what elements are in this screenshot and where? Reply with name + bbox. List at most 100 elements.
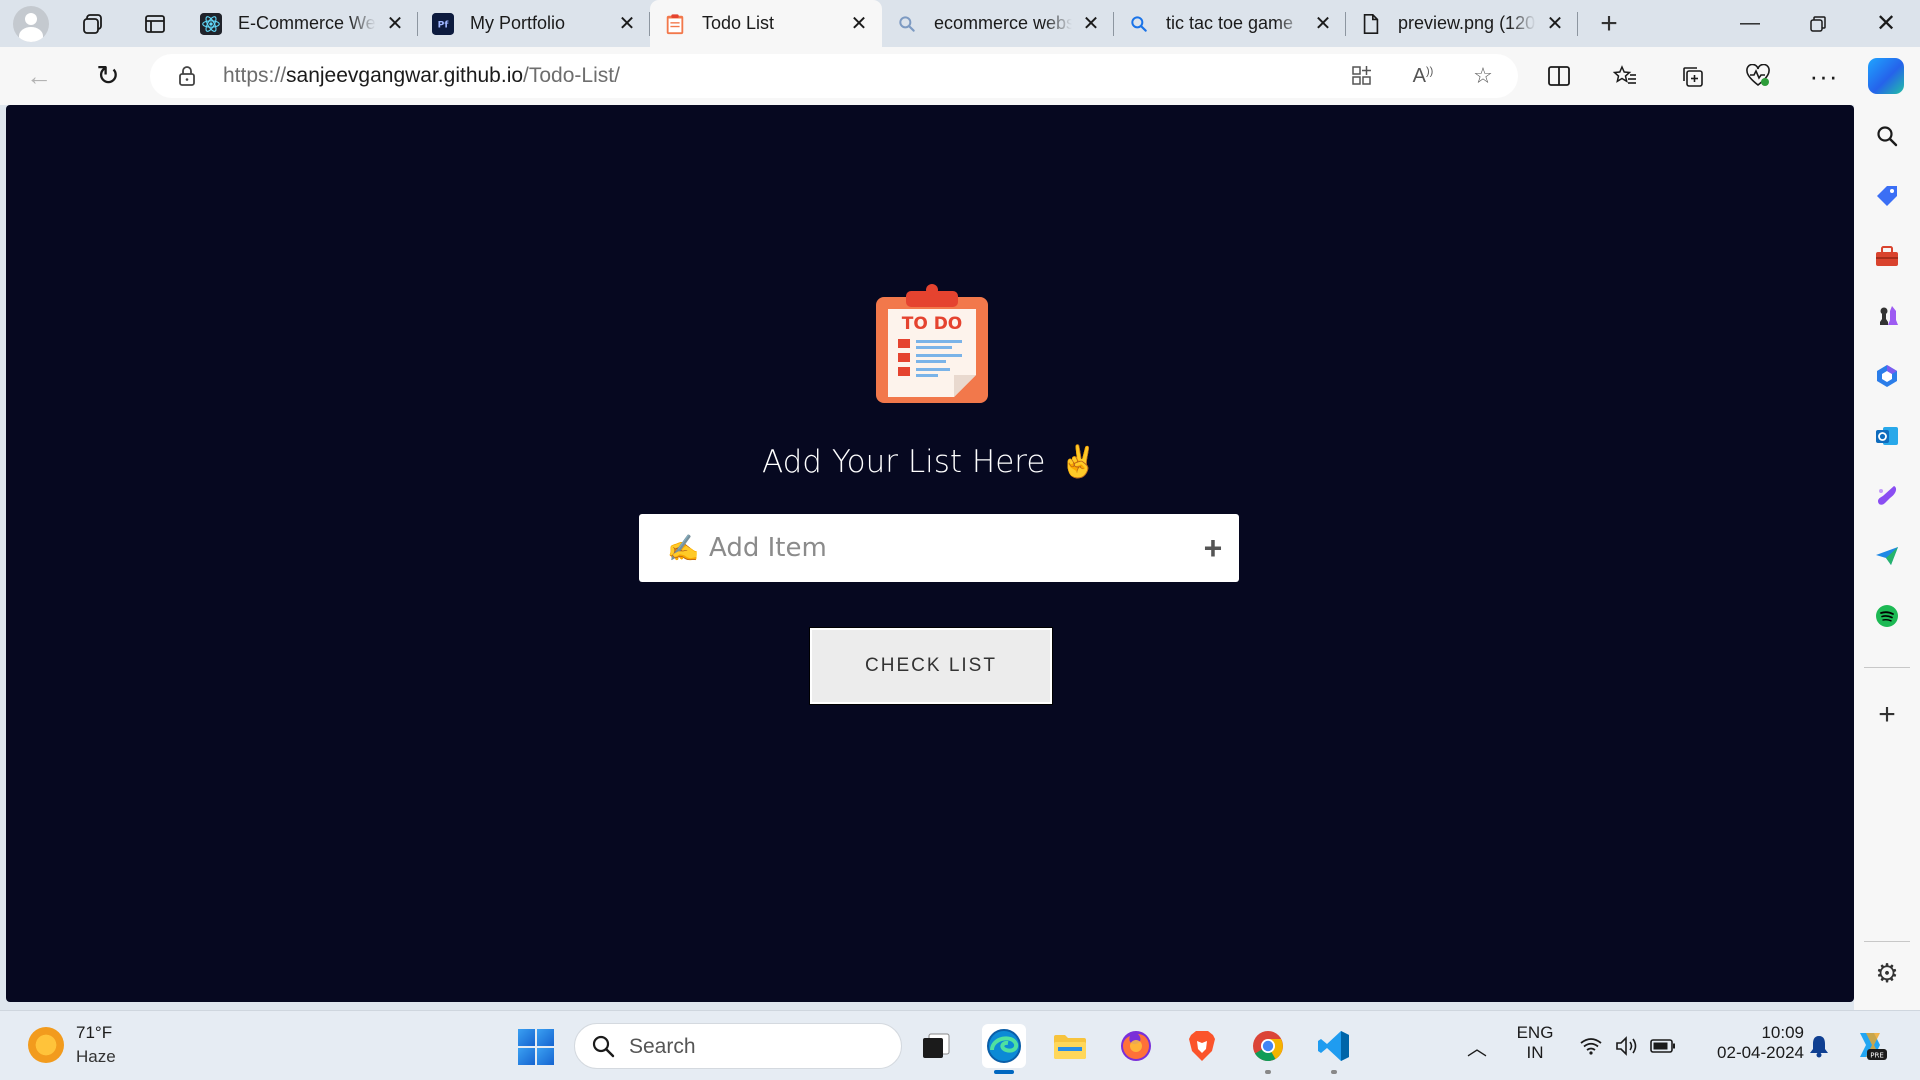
clock-time: 10:09 xyxy=(1761,1023,1804,1042)
sidebar-settings-button[interactable]: ⚙ xyxy=(1872,958,1902,988)
copilot-preview-button[interactable]: PRE xyxy=(1852,1027,1888,1063)
victory-hand-emoji: ✌️ xyxy=(1059,444,1099,480)
lock-icon[interactable] xyxy=(176,65,198,87)
clipboard-icon xyxy=(664,13,686,35)
favorites-button[interactable] xyxy=(1608,59,1642,93)
sidebar-shopping-button[interactable] xyxy=(1872,181,1902,211)
apps-grid-icon xyxy=(1352,66,1371,85)
volume-button[interactable] xyxy=(1614,1033,1640,1059)
folder-icon xyxy=(1054,1035,1086,1059)
region-code: IN xyxy=(1526,1043,1544,1062)
taskbar-vscode[interactable] xyxy=(1312,1024,1356,1074)
read-aloud-button[interactable]: A)) xyxy=(1409,62,1437,90)
taskbar-chrome[interactable] xyxy=(1246,1024,1290,1074)
close-tab-icon[interactable]: ✕ xyxy=(384,13,406,35)
close-tab-icon[interactable]: ✕ xyxy=(616,13,638,35)
collections-button[interactable] xyxy=(1675,59,1709,93)
tab-title: My Portfolio xyxy=(470,13,566,33)
react-icon xyxy=(200,12,222,35)
gear-icon: ⚙ xyxy=(1875,958,1899,988)
taskbar-firefox[interactable] xyxy=(1114,1024,1158,1068)
settings-more-button[interactable]: ··· xyxy=(1807,59,1841,93)
windows-taskbar: 71°F Haze Search ︿ ENG IN 10:09 02-04-20… xyxy=(0,1010,1920,1080)
portfolio-icon: Pf xyxy=(432,12,454,35)
running-indicator xyxy=(1265,1070,1271,1074)
notifications-button[interactable] xyxy=(1806,1033,1832,1059)
heart-pulse-icon xyxy=(1746,64,1770,87)
start-button[interactable] xyxy=(518,1029,554,1065)
tab-todo-list[interactable]: Todo List ✕ xyxy=(650,0,882,47)
url-text[interactable]: https://sanjeevgangwar.github.io/Todo-Li… xyxy=(223,64,620,88)
close-window-button[interactable]: ✕ xyxy=(1852,0,1920,47)
taskbar-task-view[interactable] xyxy=(914,1024,958,1068)
split-screen-button[interactable] xyxy=(1542,59,1576,93)
sidebar-send-button[interactable] xyxy=(1872,541,1902,571)
app-available-button[interactable] xyxy=(1348,62,1376,90)
add-item-input[interactable] xyxy=(667,522,1187,574)
weather-condition[interactable]: Haze xyxy=(76,1047,116,1067)
task-view-icon xyxy=(923,1033,950,1058)
taskbar-brave[interactable] xyxy=(1180,1024,1224,1068)
copilot-icon: PRE xyxy=(1860,1033,1887,1060)
collections-icon xyxy=(1683,67,1703,87)
weather-haze-icon[interactable] xyxy=(28,1027,64,1063)
profile-button[interactable] xyxy=(0,0,62,47)
vertical-tabs-button[interactable] xyxy=(124,0,186,47)
heading-text: Add Your List Here xyxy=(761,444,1046,480)
sidebar-outlook-button[interactable] xyxy=(1872,421,1902,451)
copilot-icon[interactable] xyxy=(1868,58,1904,94)
taskbar-search[interactable]: Search xyxy=(574,1023,902,1069)
language-indicator[interactable]: ENG IN xyxy=(1514,1023,1556,1063)
weather-temperature[interactable]: 71°F xyxy=(76,1023,112,1043)
close-tab-icon[interactable]: ✕ xyxy=(848,13,870,35)
plus-icon: + xyxy=(1203,530,1223,566)
close-tab-icon[interactable]: ✕ xyxy=(1080,13,1102,35)
back-button[interactable]: ← xyxy=(22,59,56,93)
spotify-icon xyxy=(1876,605,1898,627)
close-tab-icon[interactable]: ✕ xyxy=(1312,13,1334,35)
sidebar-games-button[interactable] xyxy=(1872,301,1902,331)
sidebar-microsoft365-button[interactable] xyxy=(1872,361,1902,391)
logo-text: TO DO xyxy=(902,314,963,334)
sidebar-tools-button[interactable] xyxy=(1872,241,1902,271)
address-bar[interactable]: https://sanjeevgangwar.github.io/Todo-Li… xyxy=(150,54,1518,98)
new-tab-button[interactable]: + xyxy=(1578,0,1640,47)
taskbar-edge[interactable] xyxy=(982,1024,1026,1074)
windows-logo-icon xyxy=(518,1029,535,1046)
reload-button[interactable]: ↻ xyxy=(91,59,125,93)
battery-button[interactable] xyxy=(1650,1033,1676,1059)
tab-portfolio[interactable]: Pf My Portfolio ✕ xyxy=(418,0,650,47)
search-icon xyxy=(1877,126,1898,147)
sidebar-spotify-button[interactable] xyxy=(1872,601,1902,631)
add-item-container: ✍️ xyxy=(639,514,1239,582)
favorite-button[interactable]: ☆ xyxy=(1469,62,1497,90)
restore-icon xyxy=(1810,15,1826,32)
check-list-button[interactable]: CHECK LIST xyxy=(810,628,1052,704)
sidebar-search-button[interactable] xyxy=(1872,121,1902,151)
wifi-icon xyxy=(1580,1038,1602,1055)
speaker-icon xyxy=(1616,1036,1637,1056)
close-tab-icon[interactable]: ✕ xyxy=(1544,13,1566,35)
search-icon xyxy=(592,1035,615,1058)
tab-preview-png[interactable]: preview.png (1200 ✕ xyxy=(1346,0,1578,47)
restore-button[interactable] xyxy=(1784,0,1852,47)
minimize-button[interactable]: — xyxy=(1716,0,1784,47)
taskbar-file-explorer[interactable] xyxy=(1048,1024,1092,1068)
show-hidden-icons-button[interactable]: ︿ xyxy=(1464,1033,1490,1060)
clock[interactable]: 10:09 02-04-2024 xyxy=(1694,1023,1804,1063)
tab-title: E-Commerce Website xyxy=(238,13,376,33)
tab-ecommerce[interactable]: E-Commerce Website ✕ xyxy=(186,0,418,47)
workspaces-button[interactable] xyxy=(62,0,124,47)
add-item-button[interactable]: + xyxy=(1196,531,1230,565)
sidebar-designer-button[interactable] xyxy=(1872,481,1902,511)
tab-ecommerce-search[interactable]: ecommerce website ✕ xyxy=(882,0,1114,47)
wifi-button[interactable] xyxy=(1578,1033,1604,1059)
svg-text:Pf: Pf xyxy=(438,19,450,30)
todo-clipboard-icon: TO DO xyxy=(874,283,990,405)
windows-logo-tile xyxy=(537,1029,554,1046)
browser-essentials-button[interactable] xyxy=(1741,59,1775,93)
sidebar-divider xyxy=(1864,667,1910,668)
star-outline-icon: ☆ xyxy=(1473,63,1493,88)
sidebar-add-button[interactable]: + xyxy=(1872,700,1902,730)
tab-tictactoe-search[interactable]: tic tac toe game ✕ xyxy=(1114,0,1346,47)
